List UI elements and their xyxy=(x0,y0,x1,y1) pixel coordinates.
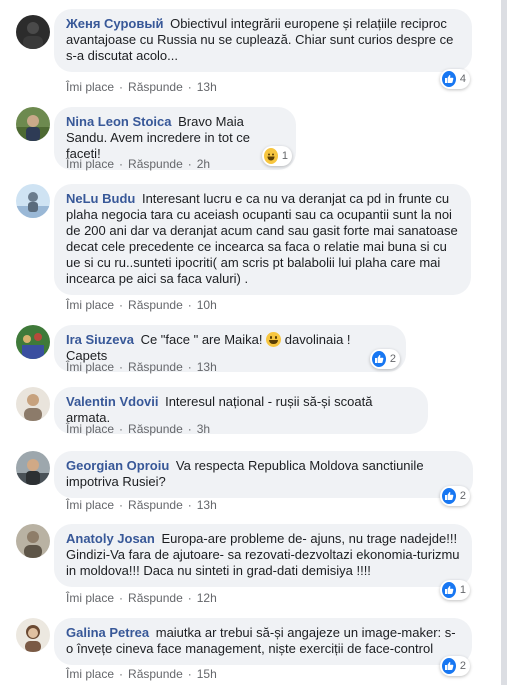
reaction-count: 2 xyxy=(389,353,396,365)
avatar[interactable] xyxy=(16,15,50,49)
separator: · xyxy=(187,498,192,512)
separator: · xyxy=(187,80,192,94)
comment-bubble: Женя Суровый Obiectivul integrării europ… xyxy=(54,9,472,72)
like-action[interactable]: Îmi place xyxy=(66,80,114,94)
reaction-count: 4 xyxy=(459,73,466,85)
like-action[interactable]: Îmi place xyxy=(66,591,114,605)
reaction-summary[interactable]: 1 xyxy=(440,580,470,600)
commenter-name[interactable]: Женя Суровый xyxy=(66,16,163,31)
timestamp[interactable]: 12h xyxy=(197,591,217,605)
separator: · xyxy=(119,667,124,681)
grinning-face-emoji-icon xyxy=(266,332,282,347)
commenter-name[interactable]: Georgian Oproiu xyxy=(66,458,169,473)
commenter-name[interactable]: Ira Siuzeva xyxy=(66,332,134,347)
comment-actions: Îmi place · Răspunde · 13h xyxy=(66,80,217,94)
separator: · xyxy=(119,422,124,436)
comment-bubble: Georgian Oproiu Va respecta Republica Mo… xyxy=(54,451,473,498)
reaction-summary[interactable]: 2 xyxy=(370,349,400,369)
timestamp[interactable]: 13h xyxy=(197,80,217,94)
separator: · xyxy=(119,80,124,94)
avatar[interactable] xyxy=(16,184,50,218)
commenter-name[interactable]: Galina Petrea xyxy=(66,625,149,640)
separator: · xyxy=(119,591,124,605)
reply-action[interactable]: Răspunde xyxy=(128,422,183,436)
avatar[interactable] xyxy=(16,107,50,141)
separator: · xyxy=(187,157,192,171)
comment-actions: Îmi place · Răspunde · 12h xyxy=(66,591,217,605)
avatar[interactable] xyxy=(16,524,50,558)
reply-action[interactable]: Răspunde xyxy=(128,80,183,94)
separator: · xyxy=(119,498,124,512)
haha-icon xyxy=(264,148,278,164)
reaction-count: 1 xyxy=(459,584,466,596)
timestamp[interactable]: 3h xyxy=(197,422,210,436)
comment-actions: Îmi place · Răspunde · 13h xyxy=(66,360,217,374)
separator: · xyxy=(187,422,192,436)
comment-bubble: Anatoly Josan Europa-are probleme de- aj… xyxy=(54,524,472,587)
separator: · xyxy=(119,360,124,374)
like-action[interactable]: Îmi place xyxy=(66,157,114,171)
like-icon xyxy=(442,488,456,504)
like-action[interactable]: Îmi place xyxy=(66,498,114,512)
separator: · xyxy=(119,157,124,171)
like-action[interactable]: Îmi place xyxy=(66,667,114,681)
avatar[interactable] xyxy=(16,618,50,652)
timestamp[interactable]: 13h xyxy=(197,360,217,374)
separator: · xyxy=(187,298,192,312)
separator: · xyxy=(187,360,192,374)
reply-action[interactable]: Răspunde xyxy=(128,360,183,374)
reaction-count: 2 xyxy=(459,660,466,672)
scrollbar-track xyxy=(501,0,507,685)
timestamp[interactable]: 15h xyxy=(197,667,217,681)
like-action[interactable]: Îmi place xyxy=(66,298,114,312)
reply-action[interactable]: Răspunde xyxy=(128,157,183,171)
comment-text: Ce "face " are Maika! xyxy=(140,332,263,347)
reaction-summary[interactable]: 4 xyxy=(440,69,470,89)
like-icon xyxy=(442,71,456,87)
comment-bubble: NeLu Budu Interesant lucru e ca nu va de… xyxy=(54,184,471,295)
timestamp[interactable]: 2h xyxy=(197,157,210,171)
reply-action[interactable]: Răspunde xyxy=(128,298,183,312)
commenter-name[interactable]: Anatoly Josan xyxy=(66,531,155,546)
separator: · xyxy=(119,298,124,312)
comment-actions: Îmi place · Răspunde · 2h xyxy=(66,157,210,171)
separator: · xyxy=(187,591,192,605)
like-icon xyxy=(442,582,456,598)
comment-actions: Îmi place · Răspunde · 3h xyxy=(66,422,210,436)
reply-action[interactable]: Răspunde xyxy=(128,498,183,512)
avatar[interactable] xyxy=(16,451,50,485)
reaction-count: 2 xyxy=(459,490,466,502)
like-action[interactable]: Îmi place xyxy=(66,360,114,374)
comment-actions: Îmi place · Răspunde · 10h xyxy=(66,298,217,312)
commenter-name[interactable]: NeLu Budu xyxy=(66,191,135,206)
avatar[interactable] xyxy=(16,325,50,359)
comment-bubble: Galina Petrea maiutka ar trebui să-și an… xyxy=(54,618,472,665)
reaction-summary[interactable]: 1 xyxy=(262,146,292,166)
comment-actions: Îmi place · Răspunde · 13h xyxy=(66,498,217,512)
commenter-name[interactable]: Nina Leon Stoica xyxy=(66,114,171,129)
timestamp[interactable]: 13h xyxy=(197,498,217,512)
reply-action[interactable]: Răspunde xyxy=(128,667,183,681)
comment-actions: Îmi place · Răspunde · 15h xyxy=(66,667,217,681)
commenter-name[interactable]: Valentin Vdovii xyxy=(66,394,158,409)
like-icon xyxy=(442,658,456,674)
like-icon xyxy=(372,351,386,367)
like-action[interactable]: Îmi place xyxy=(66,422,114,436)
avatar[interactable] xyxy=(16,387,50,421)
reaction-summary[interactable]: 2 xyxy=(440,656,470,676)
timestamp[interactable]: 10h xyxy=(197,298,217,312)
reaction-count: 1 xyxy=(281,150,288,162)
reply-action[interactable]: Răspunde xyxy=(128,591,183,605)
reaction-summary[interactable]: 2 xyxy=(440,486,470,506)
separator: · xyxy=(187,667,192,681)
